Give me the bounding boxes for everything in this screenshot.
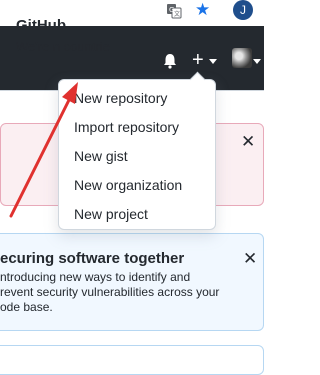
translate-icon[interactable]: G 文: [166, 3, 182, 19]
close-icon[interactable]: ✕: [243, 250, 257, 267]
menu-item-new-project[interactable]: New project: [58, 201, 216, 227]
menu-item-import-repository[interactable]: Import repository: [58, 114, 216, 140]
browser-profile-avatar[interactable]: J: [233, 0, 253, 20]
menu-item-new-repository[interactable]: New repository: [58, 85, 216, 111]
security-announcement-body: ntroducing new ways to identify and reve…: [0, 270, 220, 314]
flash-notice-body: We're n countrie: [16, 39, 111, 54]
svg-text:文: 文: [174, 10, 180, 18]
close-icon[interactable]: ✕: [241, 133, 255, 150]
chevron-down-icon[interactable]: [209, 59, 217, 64]
next-card: [0, 345, 264, 375]
avatar-chevron-down-icon[interactable]: [253, 59, 261, 64]
security-announcement-title: ecuring software together: [0, 250, 185, 267]
flash-notice-title: GitHub: [16, 17, 66, 34]
bell-icon[interactable]: [161, 52, 179, 70]
star-icon[interactable]: ★: [195, 1, 210, 19]
menu-item-new-organization[interactable]: New organization: [58, 172, 216, 198]
menu-item-new-gist[interactable]: New gist: [58, 143, 216, 169]
